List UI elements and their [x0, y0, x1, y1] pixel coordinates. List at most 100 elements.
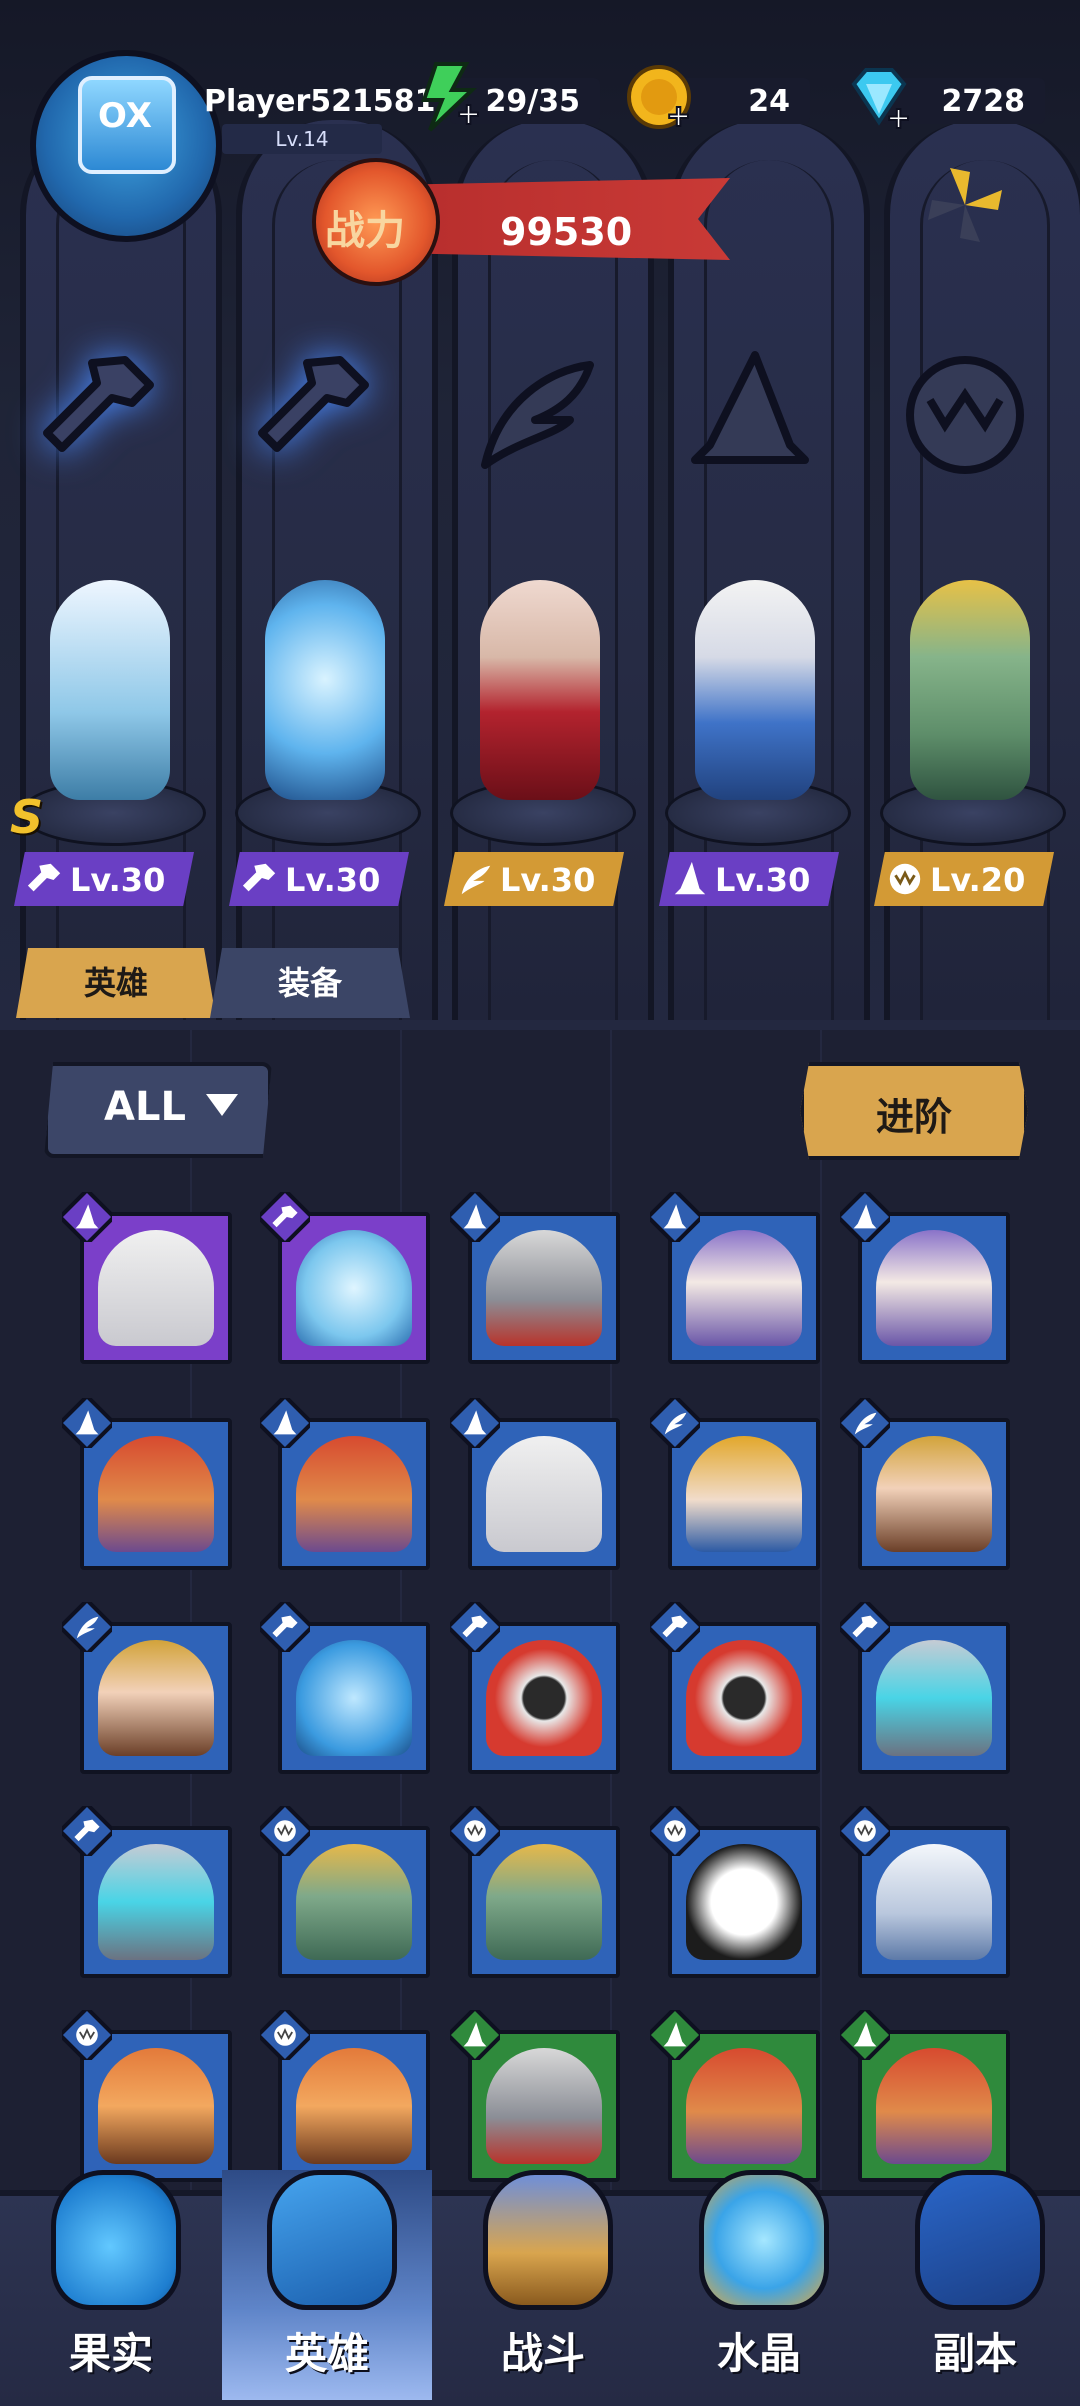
wing-class-icon: [840, 1398, 890, 1448]
roster-card-gorgon[interactable]: [450, 1806, 620, 1978]
wizard-hat-class-icon: [450, 2010, 500, 2060]
red-hat-gnome-portrait: [98, 1436, 214, 1552]
armored-knight-portrait: [486, 2048, 602, 2164]
gorgon-portrait: [296, 1844, 412, 1960]
wrench-class-icon: [450, 1602, 500, 1652]
roster-card-old-wizard[interactable]: [62, 1192, 232, 1364]
gold-coin-icon[interactable]: +: [624, 62, 694, 132]
svg-text:+: +: [886, 101, 911, 132]
roster-card-laurel-maiden[interactable]: [62, 1602, 232, 1774]
roster-card-fox-warrior[interactable]: [62, 2010, 232, 2182]
wrench-class-icon: [260, 1602, 310, 1652]
roster-card-fishbowl-bot[interactable]: [260, 1602, 430, 1774]
gem-counter: + 2728: [851, 68, 1045, 132]
panda-fighter-portrait: [686, 1844, 802, 1960]
filter-all-label: ALL: [104, 1084, 186, 1130]
player-name: Player521581: [204, 84, 436, 119]
roster-card-red-hat-gnome[interactable]: [840, 2010, 1010, 2182]
wing-class-icon: [650, 1398, 700, 1448]
red-hat-gnome-portrait: [296, 1436, 412, 1552]
fruit-icon: [51, 2170, 181, 2310]
team-slot-4[interactable]: [650, 560, 860, 870]
wrench-class-emblem: [258, 356, 369, 452]
wizard-hat-class-emblem: [691, 351, 809, 464]
wizard-hat-class-icon: [450, 1192, 500, 1242]
diamond-gem-icon[interactable]: +: [844, 62, 914, 132]
roster-card-red-diver-bot[interactable]: [450, 1602, 620, 1774]
wing-class-icon: [461, 865, 491, 895]
advance-button[interactable]: 进阶: [800, 1062, 1028, 1160]
power-value: 99530: [500, 210, 633, 254]
team-level-badge-3: Lv.30: [444, 852, 624, 906]
nav-dungeon-flag[interactable]: 副本: [870, 2170, 1080, 2400]
wizard-hat-class-icon: [840, 1192, 890, 1242]
roster-card-panda-fighter[interactable]: [650, 1806, 820, 1978]
wizard-hat-class-icon: [840, 2010, 890, 2060]
roster-card-crystal-chest[interactable]: [840, 1602, 1010, 1774]
svg-text:+: +: [666, 99, 691, 132]
roster-card-blind-nun[interactable]: [650, 1192, 820, 1364]
roster-card-white-tiger[interactable]: [840, 1806, 1010, 1978]
white-tiger-portrait: [876, 1844, 992, 1960]
roster-card-red-hat-gnome[interactable]: [62, 1398, 232, 1570]
wing-class-emblem: [481, 361, 594, 469]
crystal-chest-portrait: [876, 1640, 992, 1756]
beast-claw-class-icon: [650, 1806, 700, 1856]
roster-card-fox-warrior[interactable]: [260, 2010, 430, 2182]
nav-battle[interactable]: 战斗: [438, 2170, 648, 2400]
battle-icon: [483, 2170, 613, 2310]
wizard-hat-class-icon: [650, 2010, 700, 2060]
advance-label: 进阶: [875, 1095, 952, 1139]
wrench-class-icon: [260, 1192, 310, 1242]
roster-card-red-hat-gnome[interactable]: [260, 1398, 430, 1570]
wrench-class-icon: [62, 1806, 112, 1856]
roster-card-red-hat-gnome[interactable]: [650, 2010, 820, 2182]
nav-hero[interactable]: 英雄: [222, 2170, 432, 2400]
pinwheel-menu-icon[interactable]: [920, 160, 1010, 250]
beast-claw-class-icon: [62, 2010, 112, 2060]
wrench-class-emblem: [43, 356, 154, 452]
robot-diver-hero: [50, 580, 170, 800]
tab-heroes[interactable]: 英雄: [16, 948, 216, 1018]
roster-card-glass-spirit[interactable]: [260, 1192, 430, 1364]
beast-claw-class-emblem: [906, 356, 1024, 474]
beast-claw-class-icon: [260, 1806, 310, 1856]
blind-nun-portrait: [686, 1230, 802, 1346]
roster-card-pharaoh-queen[interactable]: [650, 1398, 820, 1570]
energy-value: 29/35: [485, 84, 580, 119]
roster-card-crystal-chest[interactable]: [62, 1806, 232, 1978]
nav-label: 英雄: [284, 2329, 369, 2378]
beast-claw-class-icon: [840, 1806, 890, 1856]
team-level-1: Lv.30: [70, 861, 166, 899]
filter-all-dropdown[interactable]: ALL: [44, 1062, 272, 1158]
wizard-hat-class-icon: [450, 1398, 500, 1448]
wing-class-icon: [62, 1602, 112, 1652]
vampire-lady-hero: [480, 580, 600, 800]
roster-card-armored-knight[interactable]: [450, 2010, 620, 2182]
roster-card-blind-nun[interactable]: [840, 1192, 1010, 1364]
team-level-4: Lv.30: [715, 861, 811, 899]
nav-crystal[interactable]: 水晶: [654, 2170, 864, 2400]
old-wizard-portrait: [486, 1436, 602, 1552]
wrench-class-icon: [650, 1602, 700, 1652]
team-level-3: Lv.30: [500, 861, 596, 899]
roster-card-old-wizard[interactable]: [450, 1398, 620, 1570]
nav-fruit[interactable]: 果实: [6, 2170, 216, 2400]
frost-wizard-hero: [695, 580, 815, 800]
energy-bolt-icon[interactable]: +: [414, 62, 484, 132]
roster-card-armored-knight[interactable]: [450, 1192, 620, 1364]
old-wizard-portrait: [98, 1230, 214, 1346]
fox-warrior-portrait: [98, 2048, 214, 2164]
crystal-icon: [699, 2170, 829, 2310]
nav-label: 战斗: [500, 2329, 585, 2378]
beast-claw-class-icon: [260, 2010, 310, 2060]
team-slot-3[interactable]: [435, 560, 645, 870]
hero-icon: [267, 2170, 397, 2310]
roster-card-gorgon[interactable]: [260, 1806, 430, 1978]
roster-card-red-diver-bot[interactable]: [650, 1602, 820, 1774]
roster-card-laurel-maiden[interactable]: [840, 1398, 1010, 1570]
team-level-badge-2: Lv.30: [229, 852, 409, 906]
team-slot-2[interactable]: [220, 560, 430, 870]
team-slot-5[interactable]: [865, 560, 1075, 870]
tab-equipment[interactable]: 装备: [210, 948, 410, 1018]
